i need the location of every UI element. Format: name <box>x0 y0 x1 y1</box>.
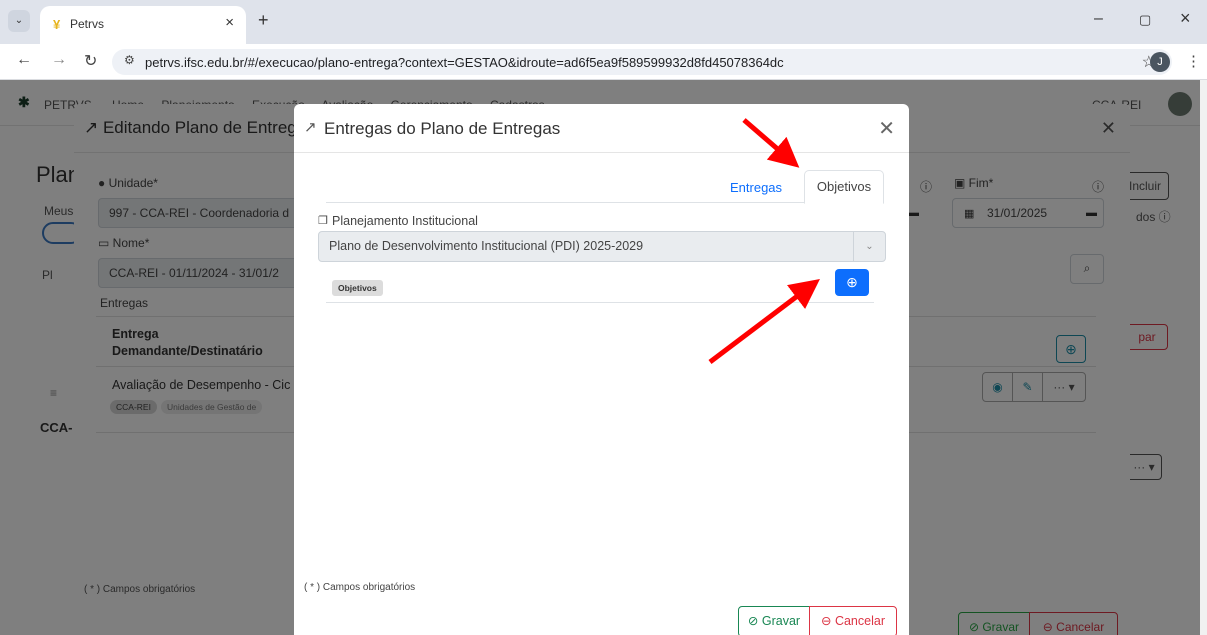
browser-tab[interactable]: ¥ Petrvs × <box>40 6 246 44</box>
tab-search-chevron-icon[interactable]: ⌄ <box>8 10 30 32</box>
tab-close-icon[interactable]: × <box>225 14 234 31</box>
add-objetivo-button[interactable]: ⊕ <box>835 269 869 296</box>
browser-address-bar: ← → ↻ ⚙ petrvs.ifsc.edu.br/#/execucao/pl… <box>0 44 1207 80</box>
chevron-down-icon[interactable]: ⌄ <box>853 232 885 261</box>
required-fields-note: ( * ) Campos obrigatórios <box>304 582 416 593</box>
cancel-button[interactable]: ⊖ Cancelar <box>809 606 897 635</box>
divider <box>326 302 874 303</box>
url-omnibox[interactable]: ⚙ petrvs.ifsc.edu.br/#/execucao/plano-en… <box>112 49 1172 75</box>
modal-tabs: Entregas Objetivos <box>326 170 884 204</box>
profile-avatar[interactable]: J <box>1150 52 1170 72</box>
modal-close-icon[interactable]: ✕ <box>878 116 895 141</box>
browser-menu-icon[interactable]: ⋮ <box>1186 52 1201 70</box>
back-arrow-icon[interactable]: ← <box>16 51 32 69</box>
petrvs-favicon-icon: ¥ <box>53 17 61 32</box>
forward-arrow-icon[interactable]: → <box>51 51 67 69</box>
browser-tab-bar: ⌄ ¥ Petrvs × + – ▢ × <box>0 0 1207 44</box>
document-icon: ❐ <box>318 215 328 227</box>
window-close-button[interactable]: × <box>1180 8 1191 29</box>
reload-icon[interactable]: ↻ <box>84 51 97 71</box>
save-label: Gravar <box>761 614 801 628</box>
tab-objetivos[interactable]: Objetivos <box>804 170 884 204</box>
site-settings-icon[interactable]: ⚙ <box>124 53 135 67</box>
planejamento-label: Planejamento Institucional <box>332 214 478 228</box>
tab-entregas[interactable]: Entregas <box>730 180 782 195</box>
new-tab-button[interactable]: + <box>258 10 269 31</box>
url-text[interactable]: petrvs.ifsc.edu.br/#/execucao/plano-entr… <box>145 55 784 70</box>
planejamento-select[interactable]: Plano de Desenvolvimento Institucional (… <box>318 231 886 262</box>
window-restore-button[interactable]: ▢ <box>1139 12 1151 28</box>
window-minimize-button[interactable]: – <box>1094 10 1103 28</box>
planejamento-value: Plano de Desenvolvimento Institucional (… <box>329 239 644 253</box>
save-button[interactable]: ⊘ Gravar <box>738 606 810 635</box>
modal-title: Entregas do Plano de Entregas <box>324 119 561 138</box>
cancel-label: Cancelar <box>834 614 885 628</box>
divider <box>294 152 909 153</box>
objetivos-header-badge: Objetivos <box>332 280 383 296</box>
entregas-plan-modal: ↗ Entregas do Plano de Entregas ✕ Entreg… <box>294 104 909 635</box>
tab-title: Petrvs <box>70 17 105 31</box>
page-scrollbar[interactable] <box>1200 80 1207 635</box>
external-link-icon: ↗ <box>304 119 317 136</box>
